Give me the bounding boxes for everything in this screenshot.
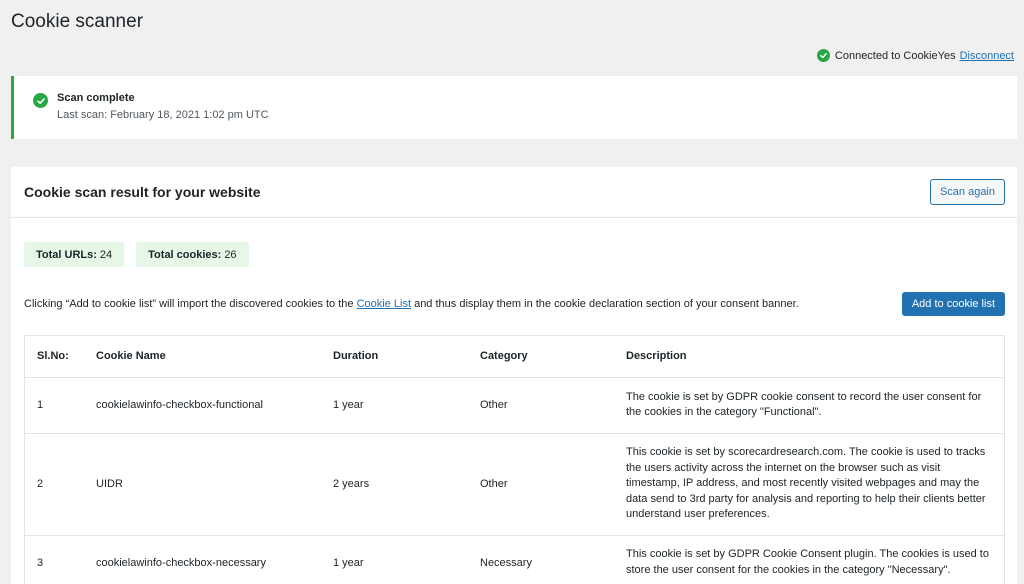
cell-duration: 1 year: [321, 377, 468, 434]
cell-category: Necessary: [468, 535, 614, 584]
cookie-list-link[interactable]: Cookie List: [357, 298, 411, 310]
connection-status: Connected to CookieYes Disconnect: [816, 49, 1014, 62]
col-header-duration: Duration: [321, 336, 468, 378]
total-urls-label: Total URLs:: [36, 248, 97, 261]
cell-category: Other: [468, 377, 614, 434]
col-header-description: Description: [614, 336, 1004, 378]
total-cookies-badge: Total cookies: 26: [136, 242, 249, 267]
col-header-cookie-name: Cookie Name: [84, 336, 321, 378]
cell-category: Other: [468, 433, 614, 536]
cell-duration: 1 year: [321, 535, 468, 584]
cell-duration: 2 years: [321, 433, 468, 536]
add-to-cookie-list-button[interactable]: Add to cookie list: [901, 292, 1005, 316]
cell-sl-no: 1: [25, 377, 84, 434]
cell-cookie-name: UIDR: [84, 433, 321, 536]
check-circle-icon: [33, 93, 48, 108]
total-urls-value: 24: [99, 248, 113, 261]
scan-complete-notice: Scan complete Last scan: February 18, 20…: [11, 76, 1017, 139]
cookie-table: Sl.No: Cookie Name Duration Category Des…: [24, 335, 1005, 584]
cell-description: The cookie is set by GDPR cookie consent…: [614, 377, 1004, 434]
scan-result-panel: Cookie scan result for your website Scan…: [11, 167, 1017, 584]
table-row: 2 UIDR 2 years Other This cookie is set …: [25, 433, 1004, 536]
notice-content: Scan complete Last scan: February 18, 20…: [57, 92, 269, 121]
panel-title: Cookie scan result for your website: [24, 184, 261, 200]
total-cookies-label: Total cookies:: [148, 248, 222, 261]
scan-again-button[interactable]: Scan again: [929, 179, 1005, 205]
last-scan-text: Last scan: February 18, 2021 1:02 pm UTC: [57, 109, 269, 121]
cell-cookie-name: cookielawinfo-checkbox-necessary: [84, 535, 321, 584]
info-text-after: and thus display them in the cookie decl…: [411, 298, 799, 310]
info-text-before: Clicking “Add to cookie list” will impor…: [24, 298, 357, 310]
cell-sl-no: 2: [25, 433, 84, 536]
table-row: 3 cookielawinfo-checkbox-necessary 1 yea…: [25, 535, 1004, 584]
disconnect-link[interactable]: Disconnect: [960, 50, 1014, 62]
notice-title: Scan complete: [57, 92, 135, 104]
scan-stats: Total URLs: 24 Total cookies: 26: [24, 242, 249, 267]
total-urls-badge: Total URLs: 24: [24, 242, 125, 267]
import-info-row: Clicking “Add to cookie list” will impor…: [24, 292, 1005, 316]
connection-status-text: Connected to CookieYes: [834, 49, 956, 62]
col-header-category: Category: [468, 336, 614, 378]
cell-sl-no: 3: [25, 535, 84, 584]
total-cookies-value: 26: [224, 248, 237, 261]
table-row: 1 cookielawinfo-checkbox-functional 1 ye…: [25, 377, 1004, 434]
cell-description: This cookie is set by GDPR Cookie Consen…: [614, 535, 1004, 584]
check-circle-icon: [816, 49, 830, 62]
panel-header: Cookie scan result for your website Scan…: [11, 167, 1017, 218]
cell-cookie-name: cookielawinfo-checkbox-functional: [84, 377, 321, 434]
table-header-row: Sl.No: Cookie Name Duration Category Des…: [25, 336, 1004, 378]
col-header-sl-no: Sl.No:: [25, 336, 84, 378]
cell-description: This cookie is set by scorecardresearch.…: [614, 433, 1004, 536]
import-info-text: Clicking “Add to cookie list” will impor…: [24, 298, 799, 310]
page-title: Cookie scanner: [11, 11, 144, 32]
